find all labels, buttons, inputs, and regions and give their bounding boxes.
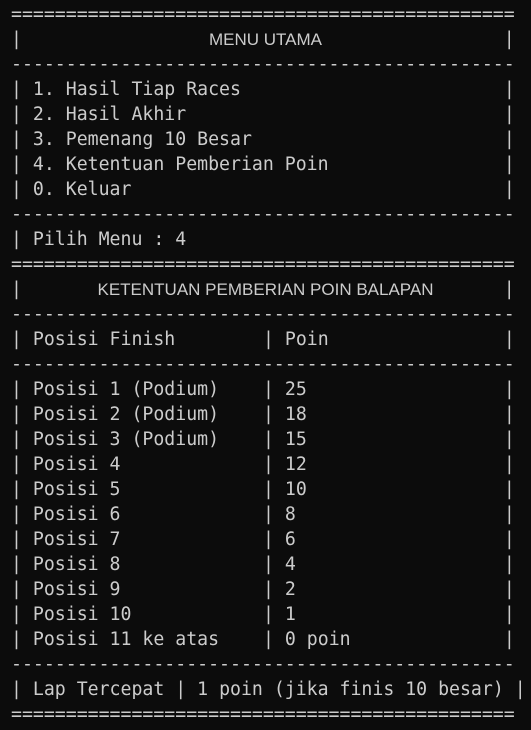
menu-item: | 1. Hasil Tiap Races bbox=[11, 79, 241, 100]
fastest-lap-row: | Lap Tercepat | 1 poin (jika finis 10 b… bbox=[11, 679, 526, 700]
column-divider: | 8 bbox=[263, 504, 296, 525]
table-row: | Posisi 7 bbox=[11, 529, 121, 550]
table-row: | Posisi 2 (Podium) bbox=[11, 404, 220, 425]
row-points: 0 poin bbox=[284, 629, 351, 650]
single-rule: ----------------------------------------… bbox=[11, 304, 515, 325]
column-divider: | 4 bbox=[263, 554, 296, 575]
row-points: 10 bbox=[284, 479, 307, 500]
border-right: | bbox=[503, 579, 515, 600]
border-right: | bbox=[503, 79, 515, 100]
table-header: | Posisi Finish bbox=[11, 329, 176, 350]
row-position: Posisi 10 bbox=[32, 604, 132, 625]
row-points: 12 bbox=[284, 454, 307, 475]
double-rule: ========================================… bbox=[11, 4, 515, 25]
border-right: | bbox=[503, 154, 515, 175]
column-divider: | 1 bbox=[263, 604, 296, 625]
single-rule: ----------------------------------------… bbox=[11, 204, 515, 225]
menu-item-label: 4. Ketentuan Pemberian Poin bbox=[32, 154, 329, 175]
border-right: | bbox=[503, 504, 515, 525]
border-right: | bbox=[503, 379, 515, 400]
fastest-lap-value: 1 poin (jika finis 10 besar) bbox=[197, 679, 504, 700]
row-position: Posisi 2 (Podium) bbox=[32, 404, 220, 425]
border-right: | bbox=[503, 329, 515, 350]
menu-item: | 3. Pemenang 10 Besar bbox=[11, 129, 252, 150]
table-row: | Posisi 6 bbox=[11, 504, 121, 525]
row-points: 18 bbox=[284, 404, 307, 425]
single-rule: ----------------------------------------… bbox=[11, 654, 515, 675]
menu-prompt[interactable]: | Pilih Menu : 4 bbox=[11, 227, 186, 252]
row-position: Posisi 3 (Podium) bbox=[32, 429, 220, 450]
table-row: | Posisi 11 ke atas bbox=[11, 629, 220, 650]
border-right: | bbox=[503, 479, 515, 500]
row-position: Posisi 6 bbox=[32, 504, 121, 525]
border-right: | bbox=[503, 404, 515, 425]
column-divider: | Poin bbox=[263, 329, 329, 350]
border-right: | bbox=[503, 529, 515, 550]
border-right: | bbox=[503, 179, 515, 200]
row-points: 15 bbox=[284, 429, 307, 450]
border-right: | bbox=[503, 429, 515, 450]
double-rule: ========================================… bbox=[11, 704, 515, 725]
table-row: | Posisi 9 bbox=[11, 579, 121, 600]
column-divider: | 10 bbox=[263, 479, 307, 500]
table-row: | Posisi 4 bbox=[11, 454, 121, 475]
single-rule: ----------------------------------------… bbox=[11, 354, 515, 375]
table-row: | Posisi 10 bbox=[11, 604, 132, 625]
row-position: Posisi 1 (Podium) bbox=[32, 379, 220, 400]
row-position: Posisi 7 bbox=[32, 529, 121, 550]
border-right: | bbox=[503, 604, 515, 625]
console-window: ========================================… bbox=[0, 0, 531, 730]
table-row: | Posisi 8 bbox=[11, 554, 121, 575]
column-divider: | 25 bbox=[263, 379, 307, 400]
header-position: Posisi Finish bbox=[32, 329, 176, 350]
points-title: KETENTUAN PEMBERIAN POIN BALAPAN bbox=[97, 280, 434, 299]
menu-item: | 0. Keluar bbox=[11, 179, 132, 200]
fastest-lap-label: Lap Tercepat bbox=[32, 679, 165, 700]
row-points: 25 bbox=[284, 379, 307, 400]
prompt-text: Pilih Menu : 4 bbox=[32, 229, 187, 250]
column-divider: | 2 bbox=[263, 579, 296, 600]
menu-title: MENU UTAMA bbox=[208, 30, 322, 49]
row-position: Posisi 8 bbox=[32, 554, 121, 575]
menu-item-label: 1. Hasil Tiap Races bbox=[32, 79, 241, 100]
border-right: | bbox=[503, 454, 515, 475]
border-right: | bbox=[503, 554, 515, 575]
menu-item: | 2. Hasil Akhir bbox=[11, 104, 187, 125]
table-row: | Posisi 1 (Podium) bbox=[11, 379, 220, 400]
row-position: Posisi 4 bbox=[32, 454, 121, 475]
row-points: 6 bbox=[284, 529, 296, 550]
row-position: Posisi 5 bbox=[32, 479, 121, 500]
table-row: | Posisi 5 bbox=[11, 479, 121, 500]
column-divider: | 12 bbox=[263, 454, 307, 475]
row-points: 1 bbox=[284, 604, 296, 625]
row-position: Posisi 9 bbox=[32, 579, 121, 600]
column-divider: | 0 poin bbox=[263, 629, 351, 650]
border-right: | bbox=[503, 104, 515, 125]
menu-item-label: 2. Hasil Akhir bbox=[32, 104, 187, 125]
table-row: | Posisi 3 (Podium) bbox=[11, 429, 220, 450]
row-points: 8 bbox=[284, 504, 296, 525]
column-divider: | 6 bbox=[263, 529, 296, 550]
header-points: Poin bbox=[284, 329, 329, 350]
double-rule: ========================================… bbox=[11, 254, 515, 275]
row-points: 2 bbox=[284, 579, 296, 600]
column-divider: | 18 bbox=[263, 404, 307, 425]
menu-item-label: 3. Pemenang 10 Besar bbox=[32, 129, 252, 150]
column-divider: | 15 bbox=[263, 429, 307, 450]
single-rule: ----------------------------------------… bbox=[11, 54, 515, 75]
border-right: | bbox=[503, 629, 515, 650]
border-right: | bbox=[503, 129, 515, 150]
menu-item-label: 0. Keluar bbox=[32, 179, 132, 200]
menu-item: | 4. Ketentuan Pemberian Poin bbox=[11, 154, 329, 175]
row-position: Posisi 11 ke atas bbox=[32, 629, 220, 650]
row-points: 4 bbox=[284, 554, 296, 575]
